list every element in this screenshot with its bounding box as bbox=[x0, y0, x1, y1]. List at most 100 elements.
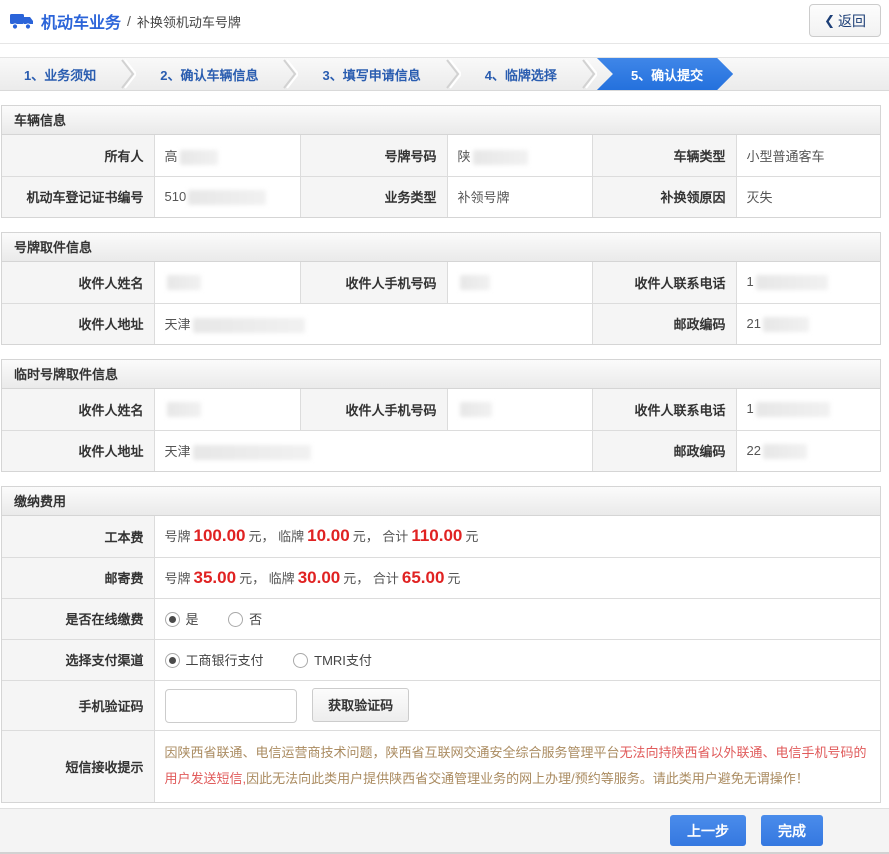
radio-unselected-icon[interactable] bbox=[293, 653, 308, 668]
radio-selected-icon[interactable] bbox=[165, 653, 180, 668]
plate-number-value: 陕 bbox=[447, 135, 592, 176]
recipient-mobile-value bbox=[447, 262, 592, 303]
wizard-steps: 1、业务须知 2、确认车辆信息 3、填写申请信息 4、临牌选择 5、确认提交 bbox=[0, 57, 889, 91]
sms-code-input[interactable] bbox=[165, 689, 297, 723]
postcode-label: 邮政编码 bbox=[592, 303, 736, 344]
page-title: 机动车业务 bbox=[41, 9, 121, 33]
reg-cert-value: 510 bbox=[154, 176, 300, 217]
table-row: 是否在线缴费 是 否 bbox=[2, 598, 880, 639]
step-5-confirm-submit[interactable]: 5、确认提交 bbox=[597, 58, 733, 90]
vehicle-info-section: 车辆信息 所有人 高 号牌号码 陕 车辆类型 小型普通客车 机动车登记证书编号 … bbox=[1, 105, 881, 218]
page-subtitle: 补换领机动车号牌 bbox=[137, 12, 241, 31]
table-row: 所有人 高 号牌号码 陕 车辆类型 小型普通客车 bbox=[2, 135, 880, 176]
table-row: 邮寄费 号牌35.00元， 临牌30.00元， 合计65.00元 bbox=[2, 557, 880, 598]
fees-title: 缴纳费用 bbox=[2, 487, 880, 516]
plate-delivery-title: 号牌取件信息 bbox=[2, 233, 880, 262]
pay-channel-options: 工商银行支付 TMRI支付 bbox=[154, 639, 880, 680]
redacted-value bbox=[756, 275, 828, 290]
table-row: 选择支付渠道 工商银行支付 TMRI支付 bbox=[2, 639, 880, 680]
step-separator-icon bbox=[581, 59, 597, 89]
recipient-name-value bbox=[154, 262, 300, 303]
temp-plate-delivery-section: 临时号牌取件信息 收件人姓名 收件人手机号码 收件人联系电话 1 收件人地址 天… bbox=[1, 359, 881, 472]
sms-notice-label: 短信接收提示 bbox=[2, 730, 154, 802]
sms-code-label: 手机验证码 bbox=[2, 680, 154, 730]
back-chevron-icon: ❮ bbox=[824, 13, 835, 29]
cost-total-amount: 110.00 bbox=[408, 526, 465, 545]
vehicle-type-label: 车辆类型 bbox=[592, 135, 736, 176]
table-row: 收件人姓名 收件人手机号码 收件人联系电话 1 bbox=[2, 262, 880, 303]
back-button[interactable]: ❮ 返回 bbox=[809, 4, 881, 37]
owner-label: 所有人 bbox=[2, 135, 154, 176]
reg-cert-label: 机动车登记证书编号 bbox=[2, 176, 154, 217]
breadcrumb-separator: / bbox=[127, 13, 131, 29]
postcode-value: 22 bbox=[736, 430, 880, 471]
redacted-value bbox=[180, 150, 218, 165]
step-2-confirm-vehicle[interactable]: 2、确认车辆信息 bbox=[136, 58, 282, 90]
recipient-name-label: 收件人姓名 bbox=[2, 389, 154, 430]
table-row: 短信接收提示 因陕西省联通、电信运营商技术问题，陕西省互联网交通安全综合服务管理… bbox=[2, 730, 880, 802]
breadcrumb: 机动车业务 / 补换领机动车号牌 bbox=[10, 9, 241, 33]
previous-step-button[interactable]: 上一步 bbox=[670, 815, 746, 846]
recipient-mobile-label: 收件人手机号码 bbox=[300, 389, 447, 430]
online-pay-no-option[interactable]: 否 bbox=[228, 612, 262, 627]
postcode-label: 邮政编码 bbox=[592, 430, 736, 471]
fees-section: 缴纳费用 工本费 号牌100.00元， 临牌10.00元， 合计110.00元 … bbox=[1, 486, 881, 803]
postage-plate-amount: 35.00 bbox=[191, 568, 240, 587]
postage-temp-amount: 30.00 bbox=[295, 568, 344, 587]
online-pay-label: 是否在线缴费 bbox=[2, 598, 154, 639]
step-separator-icon bbox=[445, 59, 461, 89]
pay-channel-label: 选择支付渠道 bbox=[2, 639, 154, 680]
recipient-name-value bbox=[154, 389, 300, 430]
temp-plate-delivery-title: 临时号牌取件信息 bbox=[2, 360, 880, 389]
pay-channel-tmri-option[interactable]: TMRI支付 bbox=[293, 653, 372, 668]
step-4-temp-plate-choice[interactable]: 4、临牌选择 bbox=[461, 58, 581, 90]
finish-button[interactable]: 完成 bbox=[761, 815, 823, 846]
page-header: 机动车业务 / 补换领机动车号牌 ❮ 返回 bbox=[0, 0, 889, 44]
pay-channel-icbc-option[interactable]: 工商银行支付 bbox=[165, 653, 264, 668]
reason-label: 补换领原因 bbox=[592, 176, 736, 217]
recipient-phone-label: 收件人联系电话 bbox=[592, 262, 736, 303]
recipient-mobile-value bbox=[447, 389, 592, 430]
redacted-value bbox=[193, 445, 311, 460]
sms-code-field: 获取验证码 bbox=[154, 680, 880, 730]
redacted-value bbox=[167, 402, 201, 417]
recipient-name-label: 收件人姓名 bbox=[2, 262, 154, 303]
plate-number-label: 号牌号码 bbox=[300, 135, 447, 176]
postage-fee-label: 邮寄费 bbox=[2, 557, 154, 598]
recipient-phone-value: 1 bbox=[736, 262, 880, 303]
step-separator-icon bbox=[282, 59, 298, 89]
fees-table: 工本费 号牌100.00元， 临牌10.00元， 合计110.00元 邮寄费 号… bbox=[2, 516, 880, 802]
plate-delivery-table: 收件人姓名 收件人手机号码 收件人联系电话 1 收件人地址 天津 邮政编码 21 bbox=[2, 262, 880, 344]
table-row: 收件人地址 天津 邮政编码 21 bbox=[2, 303, 880, 344]
plate-delivery-section: 号牌取件信息 收件人姓名 收件人手机号码 收件人联系电话 1 收件人地址 天津 … bbox=[1, 232, 881, 345]
redacted-value bbox=[167, 275, 201, 290]
recipient-address-label: 收件人地址 bbox=[2, 430, 154, 471]
recipient-address-label: 收件人地址 bbox=[2, 303, 154, 344]
redacted-value bbox=[763, 444, 807, 459]
owner-value: 高 bbox=[154, 135, 300, 176]
recipient-mobile-label: 收件人手机号码 bbox=[300, 262, 447, 303]
table-row: 手机验证码 获取验证码 bbox=[2, 680, 880, 730]
redacted-value bbox=[473, 150, 528, 165]
redacted-value bbox=[193, 318, 305, 333]
recipient-address-value: 天津 bbox=[154, 430, 592, 471]
get-sms-code-button[interactable]: 获取验证码 bbox=[312, 688, 409, 722]
footer-bar: 上一步 完成 bbox=[0, 808, 889, 854]
redacted-value bbox=[763, 317, 809, 332]
postcode-value: 21 bbox=[736, 303, 880, 344]
radio-selected-icon[interactable] bbox=[165, 612, 180, 627]
business-type-label: 业务类型 bbox=[300, 176, 447, 217]
vehicle-type-value: 小型普通客车 bbox=[736, 135, 880, 176]
sms-notice-text: 因陕西省联通、电信运营商技术问题，陕西省互联网交通安全综合服务管理平台无法向持陕… bbox=[154, 730, 880, 802]
step-3-fill-application[interactable]: 3、填写申请信息 bbox=[298, 58, 444, 90]
online-pay-yes-option[interactable]: 是 bbox=[165, 612, 199, 627]
table-row: 工本费 号牌100.00元， 临牌10.00元， 合计110.00元 bbox=[2, 516, 880, 557]
step-separator-icon bbox=[120, 59, 136, 89]
table-row: 机动车登记证书编号 510 业务类型 补领号牌 补换领原因 灭失 bbox=[2, 176, 880, 217]
radio-unselected-icon[interactable] bbox=[228, 612, 243, 627]
redacted-value bbox=[188, 190, 266, 205]
reason-value: 灭失 bbox=[736, 176, 880, 217]
step-1-business-notice[interactable]: 1、业务须知 bbox=[0, 58, 120, 90]
cost-temp-amount: 10.00 bbox=[304, 526, 353, 545]
back-button-label: 返回 bbox=[838, 11, 866, 31]
